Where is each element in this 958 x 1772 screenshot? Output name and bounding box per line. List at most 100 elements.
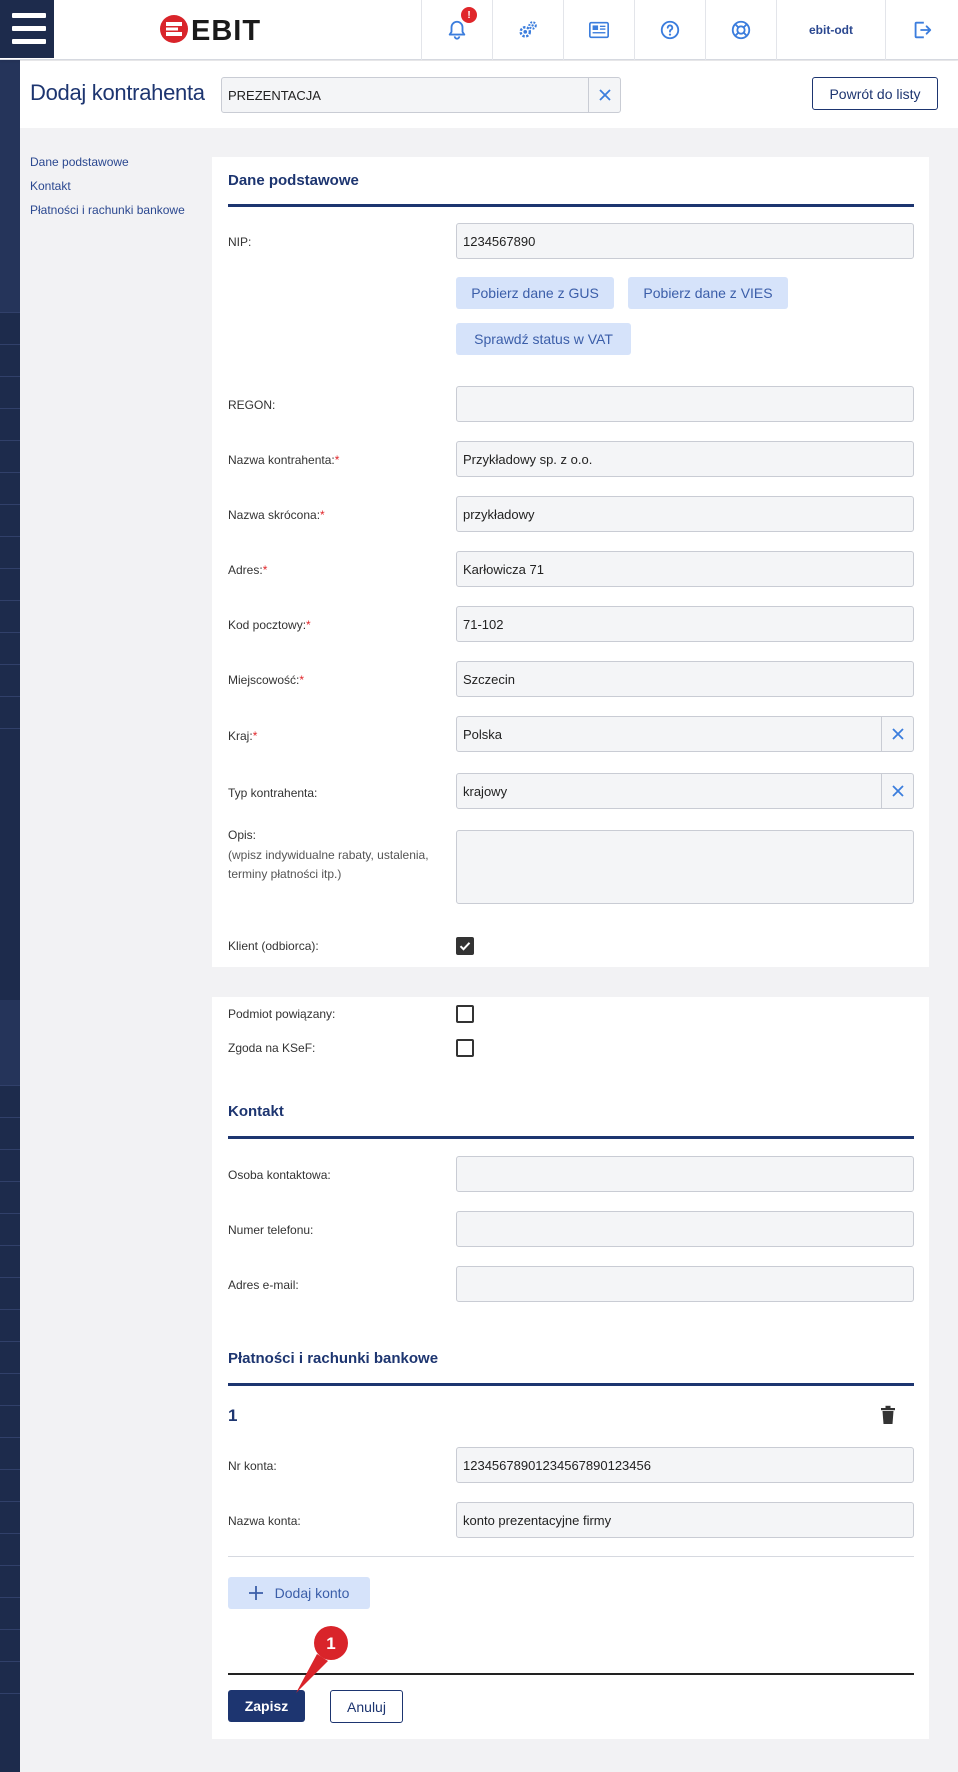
- section-divider: [228, 1383, 914, 1386]
- settings-button[interactable]: [492, 0, 563, 60]
- phone-input[interactable]: [457, 1212, 913, 1246]
- question-icon: [660, 20, 680, 40]
- section-title-basic: Dane podstawowe: [228, 172, 359, 189]
- fetch-gus-button[interactable]: Pobierz dane z GUS: [456, 277, 614, 309]
- nip-label: NIP:: [228, 235, 252, 249]
- section-divider: [228, 204, 914, 207]
- lifebuoy-icon: [731, 20, 751, 40]
- required-mark: *: [306, 618, 311, 632]
- city-input[interactable]: [457, 662, 913, 696]
- account-number-input[interactable]: [457, 1448, 913, 1482]
- address-field: [456, 551, 914, 587]
- checkmark-icon: [459, 942, 471, 951]
- news-button[interactable]: [563, 0, 634, 60]
- close-icon: [598, 89, 611, 101]
- annotation-marker-pin: 1: [296, 1626, 348, 1693]
- anchor-link-basic[interactable]: Dane podstawowe: [30, 154, 185, 178]
- nip-input[interactable]: [457, 224, 913, 258]
- account-number-label: Nr konta:: [228, 1459, 277, 1473]
- add-account-button[interactable]: Dodaj konto: [228, 1577, 370, 1609]
- anchor-link-payments[interactable]: Płatności i rachunki bankowe: [30, 202, 185, 226]
- section-divider: [228, 1136, 914, 1139]
- clear-country-button[interactable]: [881, 717, 913, 751]
- description-hint-line-2: terminy płatności itp.): [228, 867, 342, 881]
- contact-person-field: [456, 1156, 914, 1192]
- user-name: ebit-odt: [809, 23, 853, 37]
- address-input[interactable]: [457, 552, 913, 586]
- contractor-type-select: [456, 773, 914, 809]
- notifications-button[interactable]: !: [421, 0, 492, 60]
- short-name-label: Nazwa skrócona:*: [228, 508, 325, 522]
- contact-person-input[interactable]: [457, 1157, 913, 1191]
- description-textarea[interactable]: [456, 830, 914, 904]
- required-mark: *: [334, 453, 340, 467]
- postal-code-input[interactable]: [457, 607, 913, 641]
- description-label: Opis: (wpisz indywidualne rabaty, ustale…: [228, 828, 429, 884]
- page-header: Dodaj kontrahenta Powrót do listy: [20, 61, 958, 128]
- left-sidebar-strip: [0, 0, 20, 1772]
- country-select: [456, 716, 914, 752]
- trash-icon: [881, 1405, 895, 1424]
- contractor-name-field: [456, 441, 914, 477]
- fetch-vies-button[interactable]: Pobierz dane z VIES: [628, 277, 788, 309]
- account-name-label: Nazwa konta:: [228, 1514, 301, 1528]
- ksef-consent-label: Zgoda na KSeF:: [228, 1041, 316, 1055]
- clear-contractor-type-button[interactable]: [881, 774, 913, 808]
- country-select-input[interactable]: [457, 717, 881, 751]
- required-mark: *: [320, 508, 325, 522]
- delete-account-button[interactable]: [880, 1405, 896, 1428]
- back-to-list-button[interactable]: Powrót do listy: [812, 77, 938, 110]
- short-name-input[interactable]: [457, 497, 913, 531]
- phone-field: [456, 1211, 914, 1247]
- contractor-name-label: Nazwa kontrahenta:*: [228, 453, 340, 467]
- close-icon: [891, 728, 904, 740]
- account-name-input[interactable]: [457, 1503, 913, 1537]
- help-button[interactable]: [634, 0, 705, 60]
- hamburger-menu-button[interactable]: [0, 0, 54, 58]
- related-entity-checkbox[interactable]: [456, 1005, 474, 1023]
- section-title-payments: Płatności i rachunki bankowe: [228, 1350, 439, 1367]
- city-field: [456, 661, 914, 697]
- user-account-button[interactable]: ebit-odt: [776, 0, 885, 60]
- short-name-field: [456, 496, 914, 532]
- bank-account-index: 1: [228, 1406, 238, 1425]
- contractor-type-label: Typ kontrahenta:: [228, 786, 318, 800]
- logout-icon: [914, 21, 932, 39]
- postal-code-field: [456, 606, 914, 642]
- description-hint-line-1: (wpisz indywidualne rabaty, ustalenia,: [228, 848, 429, 862]
- regon-input[interactable]: [457, 387, 913, 421]
- phone-label: Numer telefonu:: [228, 1223, 314, 1237]
- ebit-logo: EBIT: [160, 15, 261, 46]
- city-label: Miejscowość:*: [228, 673, 305, 687]
- section-anchor-nav: Dane podstawowe Kontakt Płatności i rach…: [30, 154, 185, 226]
- related-entity-label: Podmiot powiązany:: [228, 1007, 336, 1021]
- client-label: Klient (odbiorca):: [228, 939, 319, 953]
- logout-button[interactable]: [885, 0, 958, 60]
- page-title: Dodaj kontrahenta: [30, 80, 205, 105]
- plus-icon: [248, 1586, 263, 1600]
- country-label: Kraj:*: [228, 729, 258, 743]
- contact-person-label: Osoba kontaktowa:: [228, 1168, 331, 1182]
- support-button[interactable]: [705, 0, 776, 60]
- client-checkbox[interactable]: [456, 937, 474, 955]
- gears-icon: [519, 21, 537, 38]
- anchor-link-contact[interactable]: Kontakt: [30, 178, 185, 202]
- address-label: Adres:*: [228, 563, 268, 577]
- contractor-search-input[interactable]: [222, 78, 587, 112]
- required-mark: *: [252, 729, 258, 743]
- annotation-marker-number: 1: [326, 1634, 335, 1653]
- check-vat-status-button[interactable]: Sprawdź status w VAT: [456, 323, 631, 355]
- clear-search-button[interactable]: [588, 78, 620, 112]
- section-title-contact: Kontakt: [228, 1103, 284, 1120]
- contractor-name-input[interactable]: [457, 442, 913, 476]
- ksef-consent-checkbox[interactable]: [456, 1039, 474, 1057]
- newspaper-icon: [589, 21, 609, 39]
- email-input[interactable]: [457, 1267, 913, 1301]
- logo-text: EBIT: [191, 15, 261, 46]
- postal-code-label: Kod pocztowy:*: [228, 618, 311, 632]
- account-name-field: [456, 1502, 914, 1538]
- hamburger-icon: [12, 13, 46, 18]
- contractor-type-input[interactable]: [457, 774, 881, 808]
- bell-icon: [448, 20, 466, 40]
- email-field: [456, 1266, 914, 1302]
